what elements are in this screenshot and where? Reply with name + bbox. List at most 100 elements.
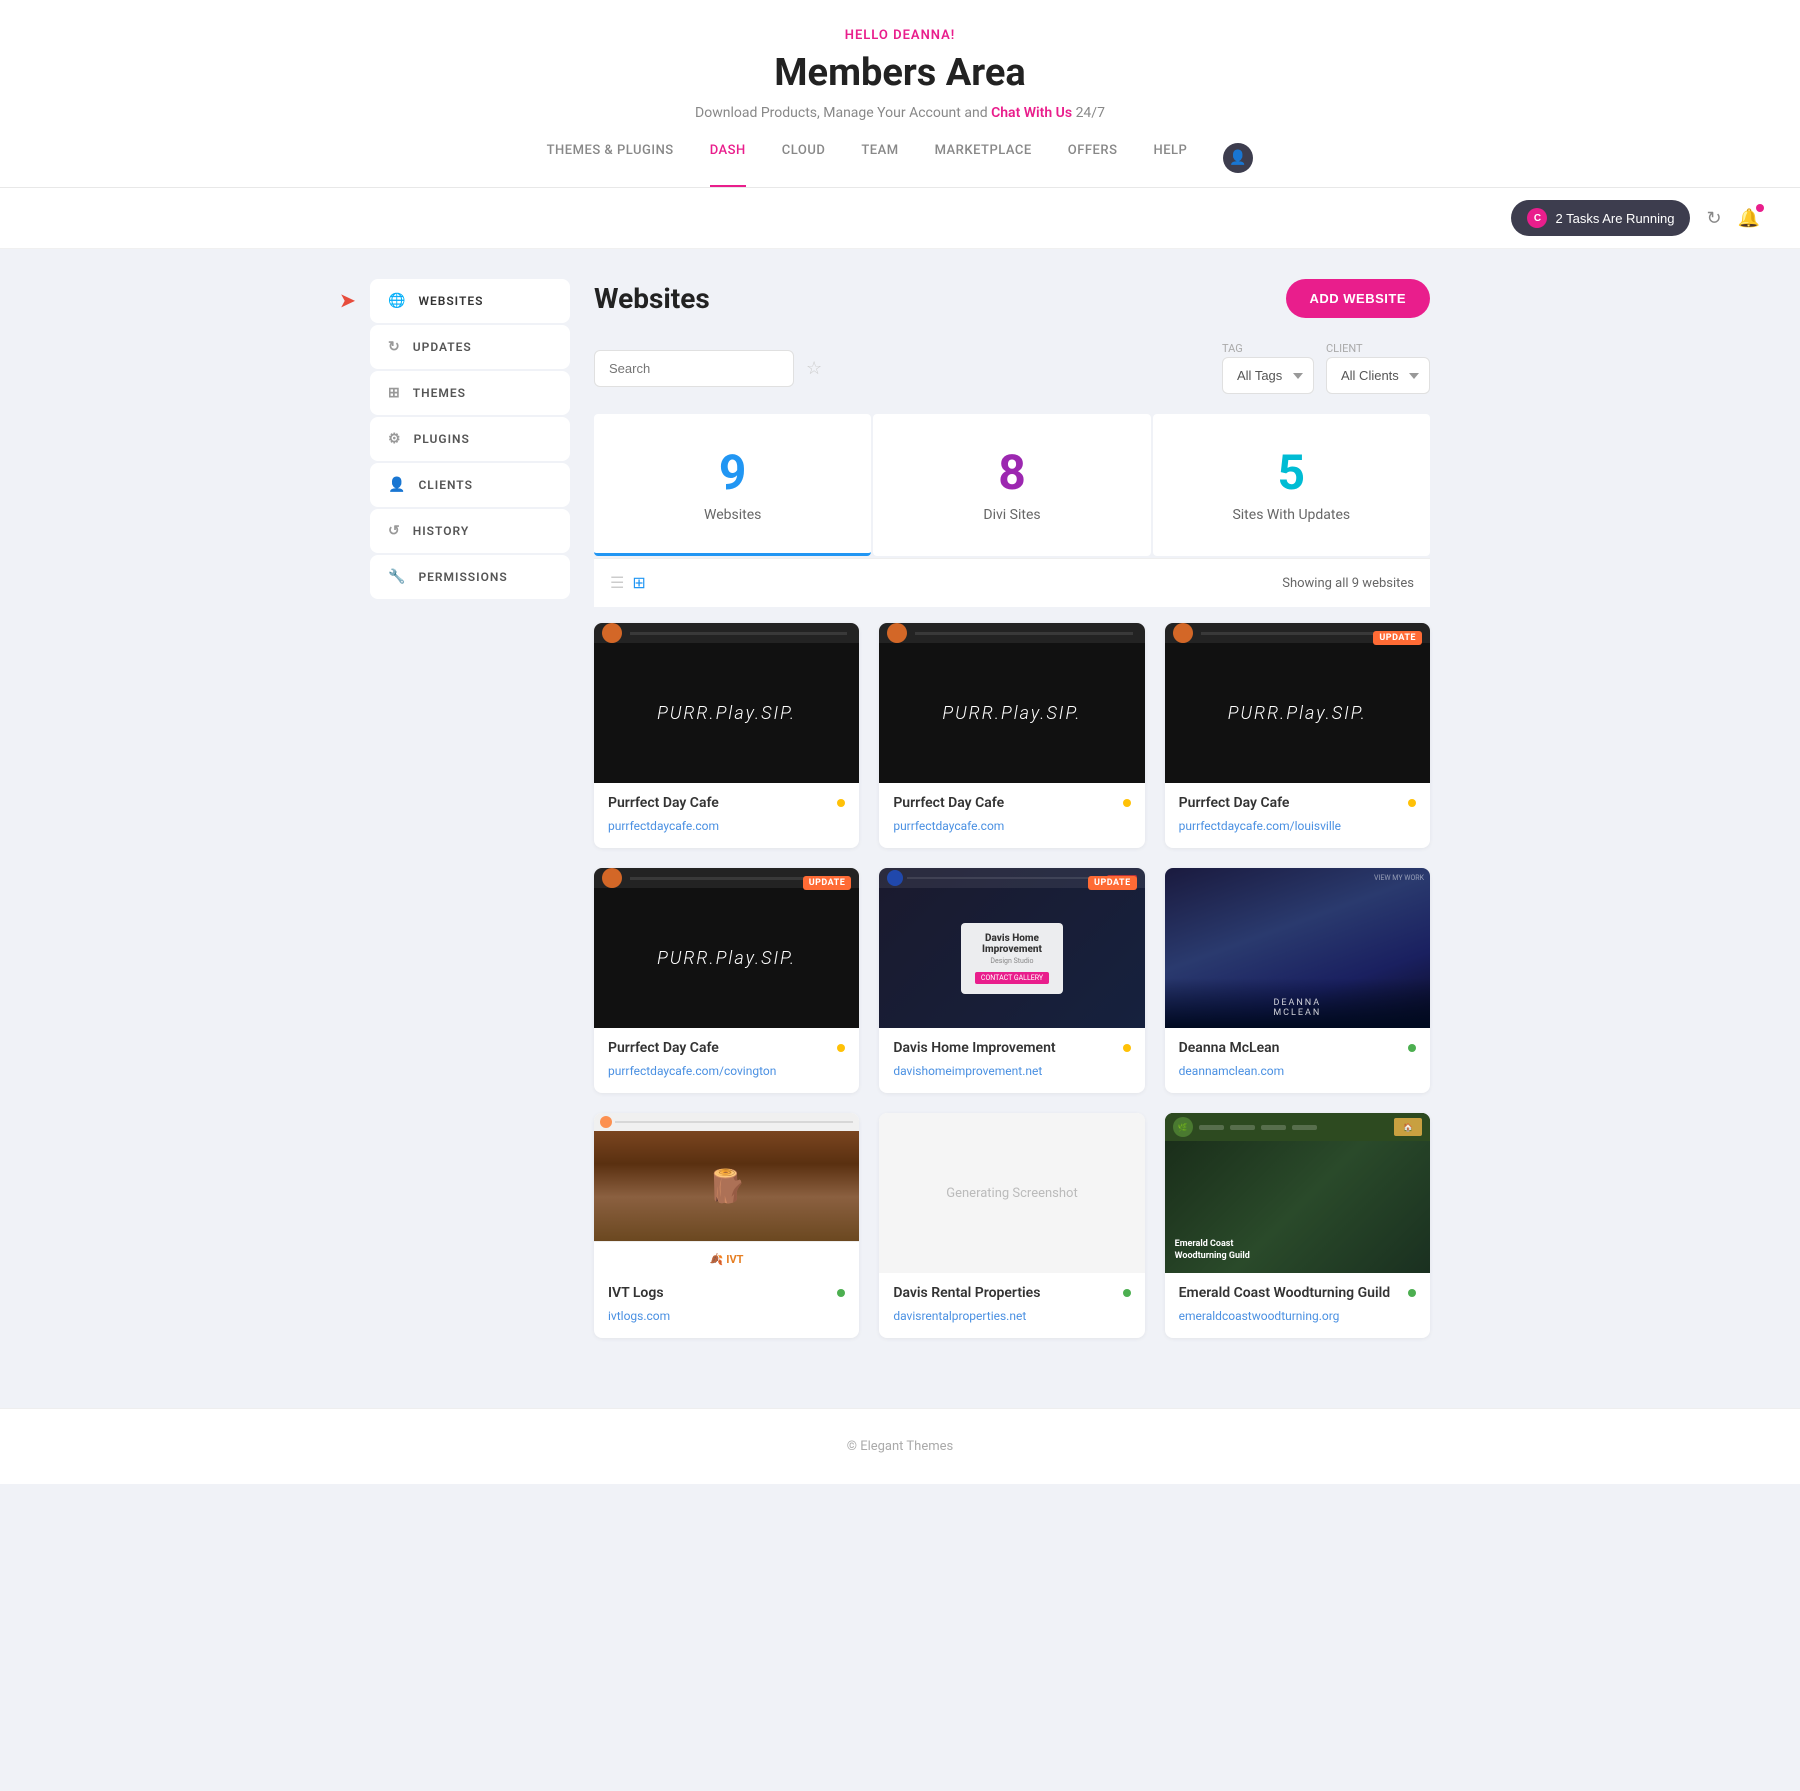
sidebar-item-plugins[interactable]: ⚙ PLUGINS xyxy=(370,417,570,461)
website-url-5[interactable]: davishomeimprovement.net xyxy=(893,1064,1042,1078)
website-info-3: Purrfect Day Cafe purrfectdaycafe.com/lo… xyxy=(1165,783,1430,848)
nav-help[interactable]: HELP xyxy=(1153,143,1187,187)
website-url-6[interactable]: deannamclean.com xyxy=(1179,1064,1285,1078)
sidebar-item-clients[interactable]: 👤 CLIENTS xyxy=(370,463,570,507)
tasks-running-button[interactable]: C 2 Tasks Are Running xyxy=(1511,200,1690,236)
add-website-button[interactable]: ADD WEBSITE xyxy=(1286,279,1431,318)
website-url-2[interactable]: purrfectdaycafe.com xyxy=(893,819,1004,833)
website-url-9[interactable]: emeraldcoastwoodturning.org xyxy=(1179,1309,1340,1323)
history-icon: ↺ xyxy=(388,523,401,539)
website-info-8: Davis Rental Properties davisrentalprope… xyxy=(879,1273,1144,1338)
website-name-5: Davis Home Improvement xyxy=(893,1040,1130,1056)
main-layout: 🌐 WEBSITES ↻ UPDATES ⊞ THEMES ⚙ PLUGINS … xyxy=(350,249,1450,1368)
update-badge-4: UPDATE xyxy=(803,876,852,890)
nav-themes-plugins[interactable]: THEMES & PLUGINS xyxy=(547,143,674,187)
sidebar-item-updates[interactable]: ↻ UPDATES xyxy=(370,325,570,369)
website-url-7[interactable]: ivtlogs.com xyxy=(608,1309,670,1323)
sidebar-label-permissions: PERMISSIONS xyxy=(418,570,507,584)
website-card-7: 🪵 🍂 IVT IVT Logs ivtlogs.com xyxy=(594,1113,859,1338)
profile-avatar: 👤 xyxy=(1223,143,1253,173)
stat-websites[interactable]: 9 Websites xyxy=(594,414,871,556)
top-header: HELLO DEANNA! Members Area Download Prod… xyxy=(0,0,1800,188)
sidebar-label-themes: THEMES xyxy=(413,386,466,400)
star-filter-button[interactable]: ☆ xyxy=(806,358,822,379)
nav-profile[interactable]: 👤 xyxy=(1223,143,1253,187)
stat-updates[interactable]: 5 Sites With Updates xyxy=(1153,414,1430,556)
websites-grid: PURR.Play.SIP. Purrfect Day Cafe purrfec… xyxy=(594,607,1430,1338)
website-url-3[interactable]: purrfectdaycafe.com/louisville xyxy=(1179,819,1341,833)
nav-cloud[interactable]: CLOUD xyxy=(782,143,826,187)
website-card-9: 🌿 🏠 Emerald CoastWoodturning xyxy=(1165,1113,1430,1338)
list-view-button[interactable]: ☰ xyxy=(610,573,624,593)
sidebar-item-themes[interactable]: ⊞ THEMES xyxy=(370,371,570,415)
updates-icon: ↻ xyxy=(388,339,401,355)
website-name-9: Emerald Coast Woodturning Guild xyxy=(1179,1285,1416,1301)
showing-text: Showing all 9 websites xyxy=(1282,576,1414,591)
footer-text: © Elegant Themes xyxy=(30,1439,1770,1454)
generating-text: Generating Screenshot xyxy=(946,1186,1077,1201)
stat-websites-label: Websites xyxy=(614,507,851,523)
websites-toolbar: ☰ ⊞ Showing all 9 websites xyxy=(594,558,1430,607)
website-info-5: Davis Home Improvement davishomeimprovem… xyxy=(879,1028,1144,1093)
nav-team[interactable]: TEAM xyxy=(861,143,898,187)
stat-updates-number: 5 xyxy=(1173,444,1410,501)
filters-bar: ☆ TAG All Tags CLIENT All Clients xyxy=(594,342,1430,394)
themes-icon: ⊞ xyxy=(388,385,401,401)
main-nav: THEMES & PLUGINS DASH CLOUD TEAM MARKETP… xyxy=(20,143,1780,187)
website-url-8[interactable]: davisrentalproperties.net xyxy=(893,1309,1026,1323)
status-dot-3 xyxy=(1408,799,1416,807)
website-name-8: Davis Rental Properties xyxy=(893,1285,1130,1301)
status-dot-9 xyxy=(1408,1289,1416,1297)
refresh-button[interactable]: ↻ xyxy=(1706,208,1721,229)
tag-select[interactable]: All Tags xyxy=(1222,357,1314,394)
thumb-7: 🪵 🍂 IVT xyxy=(594,1113,859,1273)
thumb-9: 🌿 🏠 Emerald CoastWoodturning xyxy=(1165,1113,1430,1273)
website-card-2: PURR.Play.SIP. Purrfect Day Cafe purrfec… xyxy=(879,623,1144,848)
status-dot-5 xyxy=(1123,1044,1131,1052)
website-name-6: Deanna McLean xyxy=(1179,1040,1416,1056)
client-select[interactable]: All Clients xyxy=(1326,357,1430,394)
tasks-label: 2 Tasks Are Running xyxy=(1555,211,1674,226)
website-card-4: PURR.Play.SIP. UPDATE Purrfect Day Cafe … xyxy=(594,868,859,1093)
nav-dash[interactable]: DASH xyxy=(710,143,746,187)
bell-button[interactable]: 🔔 xyxy=(1738,208,1760,229)
view-toggle: ☰ ⊞ xyxy=(610,573,646,593)
website-url-1[interactable]: purrfectdaycafe.com xyxy=(608,819,719,833)
website-name-1: Purrfect Day Cafe xyxy=(608,795,845,811)
stat-divi-number: 8 xyxy=(893,444,1130,501)
sidebar-label-clients: CLIENTS xyxy=(418,478,472,492)
tag-label: TAG xyxy=(1222,342,1314,355)
search-input[interactable] xyxy=(594,350,794,387)
thumb-5: Davis HomeImprovement Design Studio CONT… xyxy=(879,868,1144,1028)
sidebar: 🌐 WEBSITES ↻ UPDATES ⊞ THEMES ⚙ PLUGINS … xyxy=(370,279,570,1338)
clients-icon: 👤 xyxy=(388,477,406,493)
update-badge-5: UPDATE xyxy=(1088,876,1137,890)
website-card-8: Generating Screenshot Davis Rental Prope… xyxy=(879,1113,1144,1338)
tasks-c-icon: C xyxy=(1527,208,1547,228)
website-info-7: IVT Logs ivtlogs.com xyxy=(594,1273,859,1338)
top-bar-icons: ↻ 🔔 xyxy=(1706,208,1760,229)
grid-view-button[interactable]: ⊞ xyxy=(632,573,645,593)
thumb-1: PURR.Play.SIP. xyxy=(594,623,859,783)
sidebar-item-history[interactable]: ↺ HISTORY xyxy=(370,509,570,553)
status-dot-7 xyxy=(837,1289,845,1297)
thumb-4: PURR.Play.SIP. UPDATE xyxy=(594,868,859,1028)
chat-link[interactable]: Chat With Us xyxy=(991,105,1072,121)
hello-text: HELLO DEANNA! xyxy=(20,28,1780,43)
nav-offers[interactable]: OFFERS xyxy=(1068,143,1118,187)
sidebar-item-permissions[interactable]: 🔧 PERMISSIONS xyxy=(370,555,570,599)
nav-marketplace[interactable]: MARKETPLACE xyxy=(935,143,1032,187)
tag-filter-group: TAG All Tags xyxy=(1222,342,1314,394)
website-url-4[interactable]: purrfectdaycafe.com/covington xyxy=(608,1064,776,1078)
footer: © Elegant Themes xyxy=(0,1408,1800,1484)
sidebar-item-websites[interactable]: 🌐 WEBSITES xyxy=(370,279,570,323)
thumb-8: Generating Screenshot xyxy=(879,1113,1144,1273)
website-card-1: PURR.Play.SIP. Purrfect Day Cafe purrfec… xyxy=(594,623,859,848)
thumb-2: PURR.Play.SIP. xyxy=(879,623,1144,783)
bell-badge xyxy=(1756,204,1764,212)
stat-divi[interactable]: 8 Divi Sites xyxy=(873,414,1150,556)
client-label: CLIENT xyxy=(1326,342,1430,355)
website-info-2: Purrfect Day Cafe purrfectdaycafe.com xyxy=(879,783,1144,848)
website-name-2: Purrfect Day Cafe xyxy=(893,795,1130,811)
website-card-6: DEANNA MCLEAN VIEW MY WORK Deanna McLean… xyxy=(1165,868,1430,1093)
